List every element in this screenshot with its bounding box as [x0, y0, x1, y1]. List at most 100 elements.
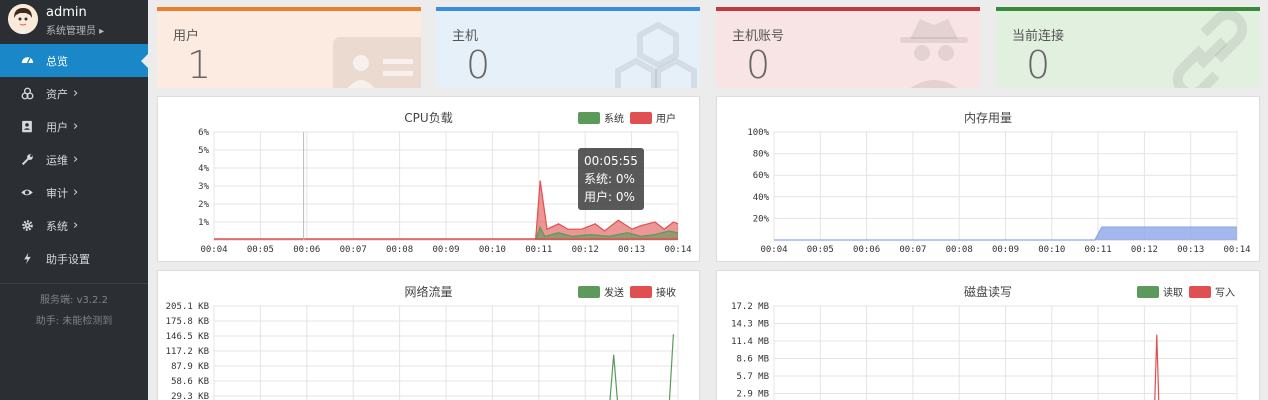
assistant-status: 助手: 未能检测到: [35, 316, 113, 327]
y-tick-label: 2.9 MB: [736, 390, 769, 400]
sidebar: admin 系统管理员 ▸ 总览 资产 › 用户 › 运维 › 审计 › 系统 › 助手设置 服务端:…: [0, 0, 148, 400]
disk-chart[interactable]: 2.9 MB 5.7 MB 8.6 MB 11.4 MB 14.3 MB 17.2 MB: [717, 271, 1259, 400]
y-tick-label: 8.6 MB: [736, 355, 769, 365]
x-tick-label: 00:07: [899, 245, 926, 255]
sidebar-item-label: 运维: [46, 153, 68, 167]
x-tick-label: 00:06: [853, 245, 880, 255]
memory-chart-panel: 内存用量 20% 40% 60% 80% 100% 00:04 00:05 00:06 00:0…: [716, 96, 1260, 262]
sidebar-item-6[interactable]: 助手设置: [0, 242, 148, 275]
sidebar-item-1[interactable]: 资产 ›: [0, 77, 148, 110]
stat-card-1[interactable]: 主机 0: [436, 7, 700, 88]
memory-chart[interactable]: 20% 40% 60% 80% 100% 00:04 00:05 00:06 00:07 00:0…: [717, 97, 1259, 261]
stat-card-3[interactable]: 当前连接 0: [996, 7, 1260, 88]
y-tick-label: 20%: [753, 214, 770, 224]
y-tick-label: 5.7 MB: [736, 372, 769, 382]
x-tick-label: 00:07: [340, 245, 367, 255]
stat-value: 0: [1026, 43, 1051, 87]
stat-label: 主机: [452, 29, 479, 44]
x-tick-label: 00:08: [946, 245, 973, 255]
sidebar-item-5[interactable]: 系统 ›: [0, 209, 148, 242]
y-tick-label: 80%: [753, 150, 770, 160]
network-chart[interactable]: 29.3 KB 58.6 KB 87.9 KB 117.2 KB 146.5 KB 175…: [158, 271, 699, 400]
y-tick-label: 1%: [198, 218, 209, 228]
y-tick-label: 175.8 KB: [166, 317, 209, 327]
x-tick-label: 00:11: [1085, 245, 1112, 255]
assets-icon: [20, 87, 34, 101]
y-tick-label: 5%: [198, 146, 209, 156]
sidebar-item-label: 审计: [46, 186, 68, 200]
disk-chart-panel: 磁盘读写 读取 写入 2.9 MB 5.7 MB 8.6 MB 11.4 MB 14.3…: [716, 270, 1260, 400]
user-name: admin: [46, 5, 87, 20]
x-tick-label: 00:13: [618, 245, 645, 255]
y-tick-label: 6%: [198, 128, 209, 138]
cubes-icon: [615, 21, 697, 88]
network-chart-panel: 网络流量 发送 接收 29.3 KB 58.6 KB 87.9 KB 117.2 KB…: [157, 270, 700, 400]
x-tick-label: 00:06: [293, 245, 320, 255]
y-tick-label: 117.2 KB: [166, 347, 209, 357]
chart-tooltip: 00:05:55 系统: 0% 用户: 0%: [578, 148, 644, 210]
gear-icon: [20, 219, 34, 233]
chevron-right-icon: ›: [73, 119, 79, 134]
sidebar-item-2[interactable]: 用户 ›: [0, 110, 148, 143]
sidebar-item-3[interactable]: 运维 ›: [0, 143, 148, 176]
y-tick-label: 87.9 KB: [171, 362, 209, 372]
x-tick-label: 00:10: [1038, 245, 1065, 255]
cpu-chart-panel: CPU负载 系统 用户 1% 2% 3% 4% 5% 6% 00:04 00:05 00:06 0…: [157, 96, 700, 262]
stat-label: 主机账号: [732, 29, 785, 44]
user-role[interactable]: 系统管理员 ▸: [46, 22, 104, 37]
sidebar-item-label: 助手设置: [46, 252, 90, 266]
sidebar-item-label: 系统: [46, 219, 68, 233]
chevron-right-icon: ›: [73, 86, 79, 101]
x-tick-label: 00:04: [760, 245, 787, 255]
chevron-right-icon: ›: [73, 218, 79, 233]
y-tick-label: 100%: [747, 128, 769, 138]
dashboard-icon: [20, 54, 34, 68]
avatar[interactable]: [8, 4, 38, 34]
y-tick-label: 2%: [198, 200, 209, 210]
stat-label: 用户: [173, 29, 200, 44]
y-tick-label: 205.1 KB: [166, 302, 209, 312]
x-tick-label: 00:09: [992, 245, 1019, 255]
sidebar-item-0[interactable]: 总览: [0, 44, 148, 77]
tooltip-time: 00:05:55: [584, 154, 638, 168]
wrench-icon: [20, 153, 34, 167]
x-tick-label: 00:05: [807, 245, 834, 255]
y-tick-label: 3%: [198, 182, 209, 192]
stat-card-0[interactable]: 用户 1: [157, 7, 421, 88]
x-tick-label: 00:08: [386, 245, 413, 255]
x-tick-label: 00:13: [1177, 245, 1204, 255]
x-tick-label: 00:14: [664, 245, 691, 255]
y-tick-label: 40%: [753, 193, 770, 203]
x-tick-label: 00:11: [525, 245, 552, 255]
sidebar-item-label: 用户: [46, 120, 68, 134]
stat-label: 当前连接: [1012, 29, 1065, 44]
bolt-icon: [20, 252, 34, 266]
tooltip-sys: 系统: 0%: [584, 172, 635, 186]
series-line: [1154, 334, 1160, 400]
x-tick-label: 00:05: [247, 245, 274, 255]
y-tick-label: 17.2 MB: [731, 302, 769, 312]
spy-icon: [900, 19, 968, 88]
sidebar-divider: [0, 283, 148, 284]
x-tick-label: 00:14: [1223, 245, 1250, 255]
y-tick-label: 14.3 MB: [731, 320, 769, 330]
stat-value: 0: [746, 43, 771, 87]
series-line: [609, 334, 675, 400]
x-tick-label: 00:04: [200, 245, 227, 255]
sidebar-item-4[interactable]: 审计 ›: [0, 176, 148, 209]
y-tick-label: 4%: [198, 164, 209, 174]
y-tick-label: 58.6 KB: [171, 377, 209, 387]
x-tick-label: 00:10: [479, 245, 506, 255]
chevron-right-icon: ›: [73, 185, 79, 200]
chevron-right-icon: ›: [73, 152, 79, 167]
user-panel[interactable]: admin 系统管理员 ▸: [0, 0, 148, 44]
sidebar-item-label: 资产: [46, 87, 68, 101]
user-card-icon: [20, 120, 34, 134]
stat-card-2[interactable]: 主机账号 0: [716, 7, 980, 88]
sidebar-item-label: 总览: [46, 54, 68, 68]
y-tick-label: 11.4 MB: [731, 337, 769, 347]
stat-value: 1: [187, 43, 212, 87]
y-tick-label: 60%: [753, 171, 770, 181]
y-tick-label: 29.3 KB: [171, 392, 209, 400]
sidebar-menu: 总览资产 › 用户 › 运维 › 审计 › 系统 › 助手设置: [0, 44, 148, 275]
